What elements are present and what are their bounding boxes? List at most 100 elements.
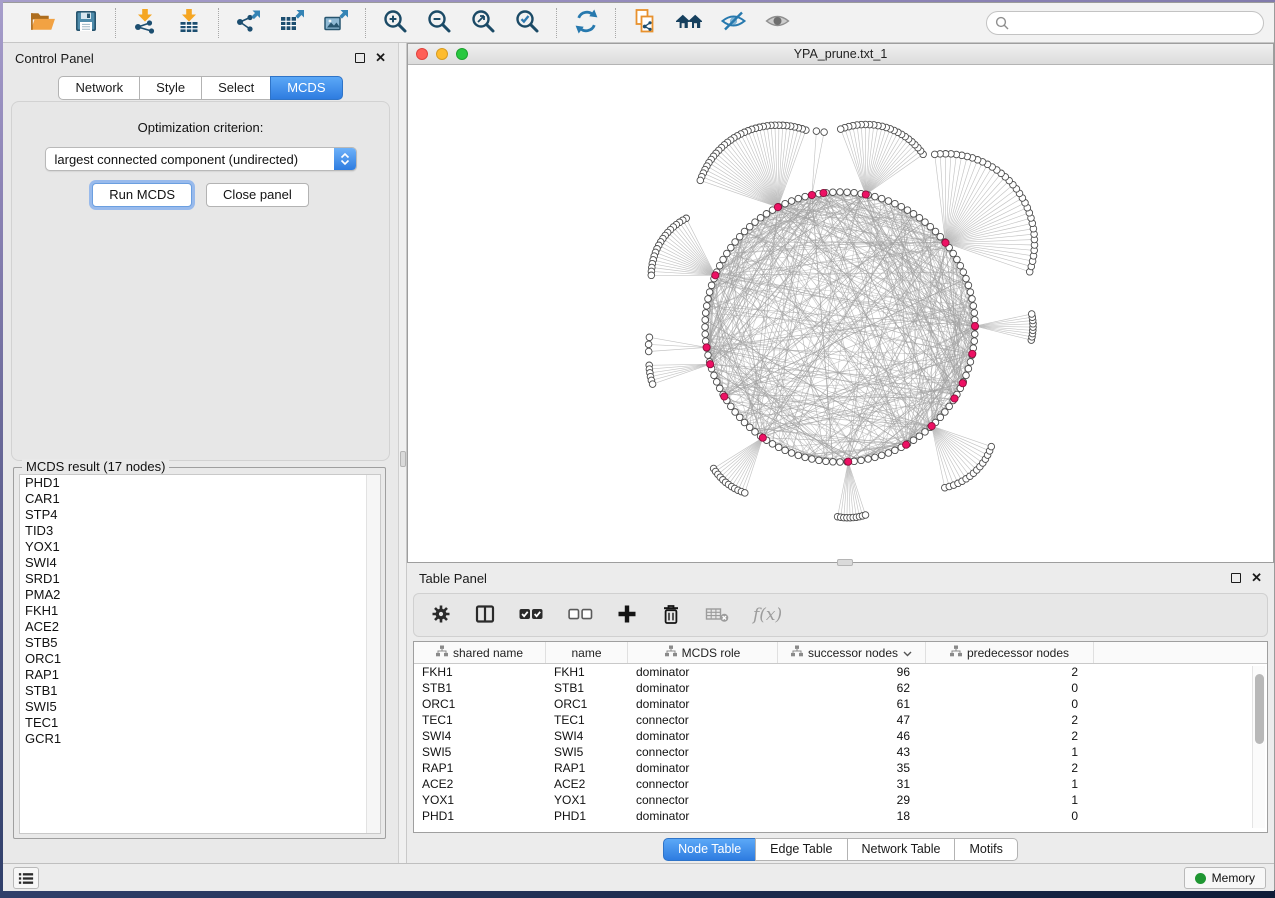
graph-node[interactable] [972, 331, 979, 338]
mcds-result-item[interactable]: GCR1 [20, 731, 380, 747]
mcds-result-item[interactable]: FKH1 [20, 603, 380, 619]
graph-node[interactable] [932, 228, 939, 235]
apply-layout-button[interactable] [571, 8, 601, 38]
graph-node[interactable] [716, 385, 723, 392]
float-panel-icon[interactable] [355, 53, 365, 63]
graph-node[interactable] [702, 338, 709, 345]
graph-node[interactable] [728, 244, 735, 251]
close-panel-button[interactable]: Close panel [206, 183, 309, 207]
graph-node[interactable] [988, 443, 995, 450]
open-file-button[interactable] [27, 8, 57, 38]
graph-node[interactable] [892, 200, 899, 207]
graph-node[interactable] [830, 189, 837, 196]
show-columns-button[interactable] [474, 600, 496, 630]
mcds-result-item[interactable]: STP4 [20, 507, 380, 523]
table-row[interactable]: FKH1FKH1dominator962 [414, 664, 1267, 680]
close-table-panel-icon[interactable]: ✕ [1251, 573, 1262, 583]
export-network-button[interactable] [233, 8, 263, 38]
graph-node[interactable] [910, 437, 917, 444]
graph-node[interactable] [942, 409, 949, 416]
tab-style[interactable]: Style [139, 76, 202, 100]
graph-node[interactable] [809, 456, 816, 463]
mcds-result-item[interactable]: CAR1 [20, 491, 380, 507]
column-header-shared-name[interactable]: shared name [414, 642, 546, 663]
graph-hub-node[interactable] [959, 380, 966, 387]
graph-node[interactable] [971, 338, 978, 345]
graph-node[interactable] [916, 433, 923, 440]
mcds-result-item[interactable]: SWI5 [20, 699, 380, 715]
graph-node[interactable] [969, 296, 976, 303]
graph-node[interactable] [878, 195, 885, 202]
mcds-result-item[interactable]: SWI4 [20, 555, 380, 571]
graph-node[interactable] [746, 223, 753, 230]
graph-node[interactable] [702, 317, 709, 324]
graph-node[interactable] [885, 198, 892, 205]
table-row[interactable]: SWI5SWI5connector431 [414, 744, 1267, 760]
graph-node[interactable] [746, 424, 753, 431]
unselect-all-rows-button[interactable] [567, 600, 594, 630]
graph-node[interactable] [711, 372, 718, 379]
zoom-selected-button[interactable] [512, 8, 542, 38]
graph-node[interactable] [851, 189, 858, 196]
graph-node[interactable] [837, 459, 844, 466]
graph-node[interactable] [858, 457, 865, 464]
fit-content-button[interactable] [468, 8, 498, 38]
graph-node[interactable] [736, 233, 743, 240]
table-scrollbar[interactable] [1252, 666, 1265, 828]
memory-button[interactable]: Memory [1184, 867, 1266, 889]
graph-node[interactable] [720, 256, 727, 263]
graph-node[interactable] [910, 211, 917, 218]
graph-node[interactable] [724, 250, 731, 257]
run-mcds-button[interactable]: Run MCDS [92, 183, 192, 207]
graph-node[interactable] [960, 269, 967, 276]
mcds-result-item[interactable]: YOX1 [20, 539, 380, 555]
graph-node[interactable] [782, 200, 789, 207]
column-header-name[interactable]: name [546, 642, 628, 663]
first-neighbors-button[interactable] [674, 8, 704, 38]
import-table-button[interactable] [174, 8, 204, 38]
graph-node[interactable] [646, 334, 653, 341]
graph-hub-node[interactable] [712, 272, 719, 279]
graph-node[interactable] [865, 456, 872, 463]
graph-node[interactable] [705, 352, 712, 359]
graph-node[interactable] [954, 256, 961, 263]
float-table-panel-icon[interactable] [1231, 573, 1241, 583]
table-row[interactable]: TEC1TEC1connector472 [414, 712, 1267, 728]
select-all-rows-button[interactable] [518, 600, 545, 630]
graph-node[interactable] [713, 379, 720, 386]
graph-node[interactable] [821, 129, 828, 136]
graph-hub-node[interactable] [862, 191, 869, 198]
new-network-from-selection-button[interactable] [630, 8, 660, 38]
table-row[interactable]: STB1STB1dominator620 [414, 680, 1267, 696]
save-session-button[interactable] [71, 8, 101, 38]
graph-node[interactable] [878, 452, 885, 459]
graph-node[interactable] [645, 341, 652, 348]
mcds-result-item[interactable]: PHD1 [20, 475, 380, 491]
graph-node[interactable] [708, 282, 715, 289]
column-header-successor-nodes[interactable]: successor nodes [778, 642, 926, 663]
graph-node[interactable] [757, 215, 764, 222]
graph-node[interactable] [922, 429, 929, 436]
graph-node[interactable] [904, 207, 911, 214]
mcds-result-item[interactable]: SRD1 [20, 571, 380, 587]
graph-node[interactable] [742, 490, 749, 497]
result-list-scrollbar[interactable] [366, 475, 380, 833]
graph-node[interactable] [732, 409, 739, 416]
table-row[interactable]: PHD1PHD1dominator180 [414, 808, 1267, 824]
graph-node[interactable] [802, 193, 809, 200]
graph-node[interactable] [885, 450, 892, 457]
graph-node[interactable] [892, 447, 899, 454]
mcds-result-item[interactable]: TID3 [20, 523, 380, 539]
tab-network[interactable]: Network [58, 76, 140, 100]
graph-hub-node[interactable] [820, 189, 827, 196]
graph-node[interactable] [788, 450, 795, 457]
table-settings-button[interactable] [430, 600, 452, 630]
graph-hub-node[interactable] [951, 395, 958, 402]
tab-node-table[interactable]: Node Table [663, 838, 756, 861]
graph-node[interactable] [716, 262, 723, 269]
graph-hub-node[interactable] [928, 423, 935, 430]
graph-node[interactable] [971, 310, 978, 317]
mcds-result-item[interactable]: TEC1 [20, 715, 380, 731]
graph-hub-node[interactable] [969, 350, 976, 357]
graph-node[interactable] [946, 403, 953, 410]
